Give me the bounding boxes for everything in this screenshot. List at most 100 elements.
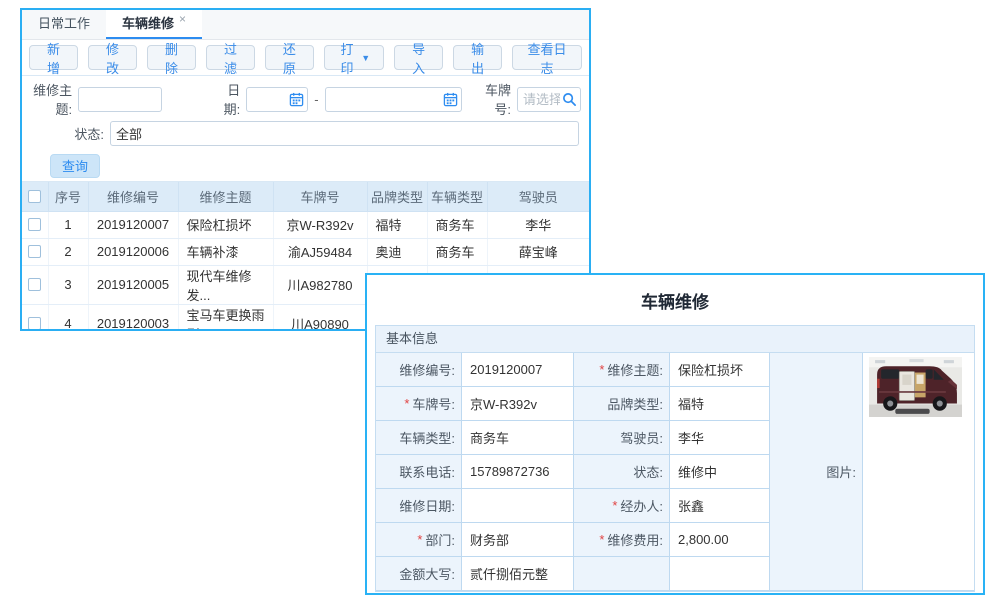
cell-plate-link[interactable]: 川A982780 [273,265,367,304]
filter-row-1: 维修主题: 日期: - [22,82,589,116]
filter-button[interactable]: 过滤 [206,45,255,70]
cell-plate-link[interactable]: 京W-R392v [273,211,367,238]
cell-seq: 1 [48,211,88,238]
field-value: 李华 [670,421,770,455]
plate-filter-label: 车牌号: [476,80,511,118]
field-value: 15789872736 [462,455,574,489]
print-button[interactable]: 打印 ▼ [324,45,384,70]
field-label: *维修主题: [574,353,670,387]
field-value: 2019120007 [462,353,574,387]
field-value [670,557,770,591]
col-plate: 车牌号 [273,182,367,211]
field-value: 张鑫 [670,489,770,523]
export-button[interactable]: 输出 [453,45,502,70]
cell-seq: 2 [48,238,88,265]
cell-plate-link[interactable]: 川A90890 [273,304,367,331]
cell-repair-no-link[interactable]: 2019120003 [88,304,178,331]
cell-subject-link[interactable]: 车辆补漆 [178,238,273,265]
field-value: 维修中 [670,455,770,489]
add-button[interactable]: 新增 [29,45,78,70]
field-value: 2,800.00 [670,523,770,557]
date-to-input[interactable] [325,87,462,112]
cell-repair-no-link[interactable]: 2019120007 [88,211,178,238]
cell-subject-link[interactable]: 宝马车更换雨刷 [178,304,273,331]
field-label: 品牌类型: [574,387,670,421]
cell-subject-link[interactable]: 现代车维修发... [178,265,273,304]
vehicle-photo[interactable] [869,357,962,417]
cell-subject-link[interactable]: 保险杠损坏 [178,211,273,238]
row-select-cell [22,238,48,265]
cell-repair-no-link[interactable]: 2019120006 [88,238,178,265]
field-value: 贰仟捌佰元整 [462,557,574,591]
detail-form: 图片: [376,353,974,591]
required-marker: * [404,396,409,411]
cell-brand: 福特 [367,211,427,238]
filter-area: 维修主题: 日期: - [22,76,589,182]
tab-vehicle-repair[interactable]: 车辆维修 × [106,10,202,39]
query-row: 查询 [22,150,589,182]
cell-plate-link[interactable]: 渝AJ59484 [273,238,367,265]
close-icon[interactable]: × [179,12,186,26]
field-label: *部门: [376,523,462,557]
calendar-icon[interactable] [289,92,304,107]
calendar-icon[interactable] [443,92,458,107]
row-select-cell [22,211,48,238]
table-row[interactable]: 2 2019120006 车辆补漆 渝AJ59484 奥迪 商务车 薛宝峰 [22,238,589,265]
print-button-label: 打印 [338,39,356,77]
cell-vehicle-type: 商务车 [427,211,487,238]
field-label: 维修编号: [376,353,462,387]
view-log-button[interactable]: 查看日志 [512,45,582,70]
required-marker: * [612,498,617,513]
caret-down-icon: ▼ [361,53,370,63]
row-select-cell [22,304,48,331]
cell-seq: 3 [48,265,88,304]
field-value: 商务车 [462,421,574,455]
field-value: 保险杠损坏 [670,353,770,387]
cell-driver-link[interactable]: 李华 [487,211,589,238]
basic-info-header: 基本信息 [376,326,974,353]
tab-vehicle-repair-label: 车辆维修 [122,16,174,31]
table-row[interactable]: 1 2019120007 保险杠损坏 京W-R392v 福特 商务车 李华 [22,211,589,238]
row-checkbox[interactable] [28,218,41,231]
table-header-row: 序号 维修编号 维修主题 车牌号 品牌类型 车辆类型 驾驶员 [22,182,589,211]
query-button[interactable]: 查询 [50,154,100,178]
status-select[interactable] [110,121,579,146]
basic-info-panel: 基本信息 图片: [375,325,975,592]
field-label: *维修费用: [574,523,670,557]
field-value: 福特 [670,387,770,421]
tab-daily-work[interactable]: 日常工作 [22,10,106,39]
restore-button[interactable]: 还原 [265,45,314,70]
import-button[interactable]: 导入 [394,45,443,70]
vehicle-repair-detail-window: 车辆维修 基本信息 图片: [365,273,985,595]
edit-button[interactable]: 修改 [88,45,137,70]
field-label: 金额大写: [376,557,462,591]
field-label: 维修日期: [376,489,462,523]
cell-brand: 奥迪 [367,238,427,265]
image-cell [863,353,974,591]
field-label: 驾驶员: [574,421,670,455]
select-all-checkbox[interactable] [28,190,41,203]
image-label: 图片: [770,353,863,591]
date-range-separator: - [314,92,318,107]
toolbar: 新增 修改 删除 过滤 还原 打印 ▼ 导入 输出 查看日志 [22,40,589,76]
filter-row-2: 状态: [22,116,589,150]
cell-driver-link[interactable]: 薛宝峰 [487,238,589,265]
required-marker: * [599,362,604,377]
field-label: 状态: [574,455,670,489]
row-checkbox[interactable] [28,278,41,291]
delete-button[interactable]: 删除 [147,45,196,70]
cell-vehicle-type: 商务车 [427,238,487,265]
detail-title: 车辆维修 [367,288,983,313]
search-icon[interactable] [562,92,577,107]
field-label: 车辆类型: [376,421,462,455]
col-brand: 品牌类型 [367,182,427,211]
subject-filter-input[interactable] [78,87,162,112]
row-checkbox[interactable] [28,245,41,258]
cell-repair-no-link[interactable]: 2019120005 [88,265,178,304]
cell-seq: 4 [48,304,88,331]
col-driver: 驾驶员 [487,182,589,211]
field-label: 联系电话: [376,455,462,489]
field-label: *经办人: [574,489,670,523]
row-checkbox[interactable] [28,317,41,330]
field-label [574,557,670,591]
